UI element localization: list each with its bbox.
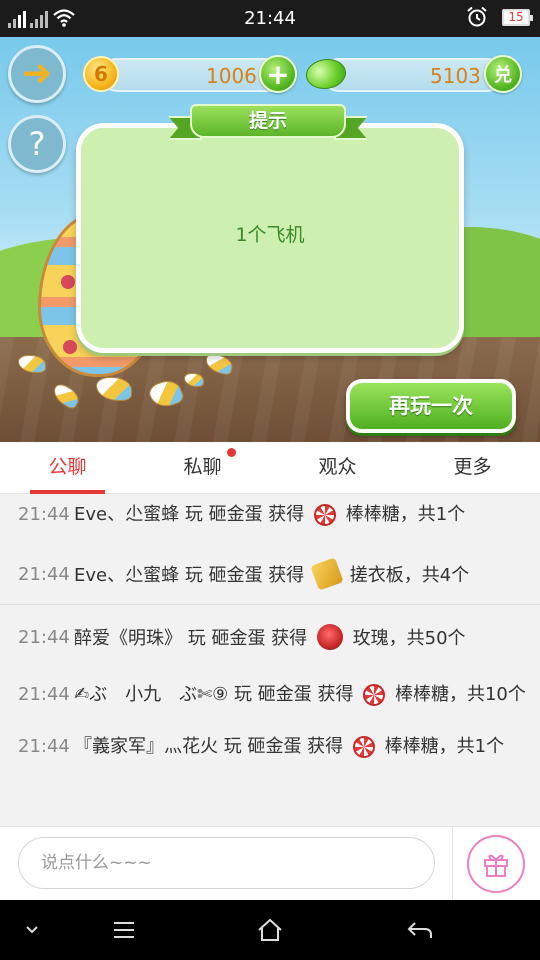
back-icon: [407, 922, 432, 938]
message-action: 玩 砸金蛋 获得: [184, 565, 305, 586]
message-user[interactable]: Eve、尐蜜蜂: [74, 504, 179, 525]
rose-icon: [316, 624, 343, 650]
tab-public-chat[interactable]: 公聊: [0, 442, 135, 493]
chat-message-list[interactable]: 21:44 Eve、尐蜜蜂 玩 砸金蛋 获得 棒棒糖，共1个 21:44 Eve…: [0, 494, 540, 826]
menu-button[interactable]: [104, 914, 144, 946]
gift-box-icon: [484, 854, 508, 877]
home-button[interactable]: [250, 914, 290, 946]
lollipop-icon: [352, 736, 375, 758]
tab-private-chat[interactable]: 私聊: [135, 442, 270, 493]
message-user[interactable]: 醉爱《明珠》: [74, 628, 182, 649]
chat-message-divider: [0, 599, 540, 605]
battery-icon: 15: [502, 8, 533, 26]
gem-balance: 5103: [430, 64, 481, 88]
help-button[interactable]: ?: [8, 115, 66, 173]
back-button[interactable]: ➜: [8, 45, 66, 103]
chat-tabs: 公聊 私聊 观众 更多: [0, 442, 540, 494]
chat-input[interactable]: [18, 837, 435, 889]
message-action: 玩 砸金蛋 获得: [223, 736, 344, 757]
message-action: 玩 砸金蛋 获得: [184, 504, 305, 525]
message-user[interactable]: 『義家军』灬花火: [74, 736, 218, 757]
tab-more[interactable]: 更多: [405, 442, 540, 493]
message-time: 21:44: [18, 627, 70, 648]
egg-smash-game[interactable]: ➜ ? 6 1006 + 5103 兑 1个飞机 提示 再玩一次: [0, 37, 540, 442]
prize-dialog: 1个飞机: [76, 123, 464, 353]
system-navigation-bar: [0, 900, 540, 960]
tab-audience[interactable]: 观众: [270, 442, 405, 493]
plus-icon: +: [266, 57, 290, 91]
lollipop-icon: [363, 684, 386, 706]
divider: [452, 827, 453, 901]
message-action: 玩 砸金蛋 获得: [234, 684, 354, 705]
menu-icon: [114, 922, 134, 938]
home-icon: [258, 918, 282, 941]
coin-balance: 1006: [206, 64, 257, 88]
send-gift-button[interactable]: [467, 835, 525, 893]
chat-message: 21:44 ✍ぶ 小九 ぶ✄⑨ 玩 砸金蛋 获得 棒棒糖，共10个: [0, 674, 540, 718]
chat-message: 21:44 『義家军』灬花火 玩 砸金蛋 获得 棒棒糖，共1个: [0, 726, 540, 770]
washboard-icon: [310, 557, 344, 591]
chat-message: 21:44 醉爱《明珠》 玩 砸金蛋 获得 玫瑰，共50个: [0, 617, 540, 662]
chat-message: 21:44 Eve、尐蜜蜂 玩 砸金蛋 获得 棒棒糖，共1个: [0, 494, 540, 538]
screen: 21:44 15 ➜ ? 6 1006 + 5103 兑 1个飞机 提示 再玩一…: [0, 0, 540, 960]
question-mark-icon: ?: [28, 125, 46, 163]
status-bar: 21:44 15: [0, 0, 540, 37]
collapse-button[interactable]: [12, 914, 52, 946]
dialog-title: 提示: [190, 104, 346, 138]
prize-message: 1个飞机: [235, 224, 305, 246]
lollipop-icon: [314, 504, 337, 526]
alarm-clock-icon: [467, 6, 487, 27]
message-gift: 棒棒糖，共1个: [345, 504, 466, 525]
system-back-button[interactable]: [400, 914, 440, 946]
message-gift: 棒棒糖，共1个: [384, 736, 505, 757]
add-coins-button[interactable]: +: [259, 55, 297, 93]
chat-input-bar: [0, 826, 540, 901]
message-gift: 玫瑰，共50个: [352, 628, 466, 649]
message-gift: 棒棒糖，共10个: [394, 684, 526, 705]
message-action: 玩 砸金蛋 获得: [187, 628, 308, 649]
message-time: 21:44: [18, 684, 70, 705]
dialog-title-ribbon: 提示: [168, 102, 368, 146]
back-arrow-icon: ➜: [21, 53, 53, 94]
message-time: 21:44: [18, 504, 70, 525]
private-chat-unread-dot: [227, 448, 236, 457]
status-time: 21:44: [244, 8, 296, 29]
message-time: 21:44: [18, 564, 70, 585]
message-user[interactable]: ✍ぶ 小九 ぶ✄⑨: [74, 684, 228, 705]
chevron-down-icon: [26, 926, 38, 934]
message-gift: 搓衣板，共4个: [349, 565, 470, 586]
chat-message: 21:44 Eve、尐蜜蜂 玩 砸金蛋 获得 搓衣板，共4个: [0, 554, 540, 599]
message-user[interactable]: Eve、尐蜜蜂: [74, 565, 179, 586]
exchange-button[interactable]: 兑: [484, 55, 522, 93]
play-again-button[interactable]: 再玩一次: [346, 379, 516, 433]
coin-icon: 6: [83, 56, 119, 92]
message-time: 21:44: [18, 736, 70, 757]
